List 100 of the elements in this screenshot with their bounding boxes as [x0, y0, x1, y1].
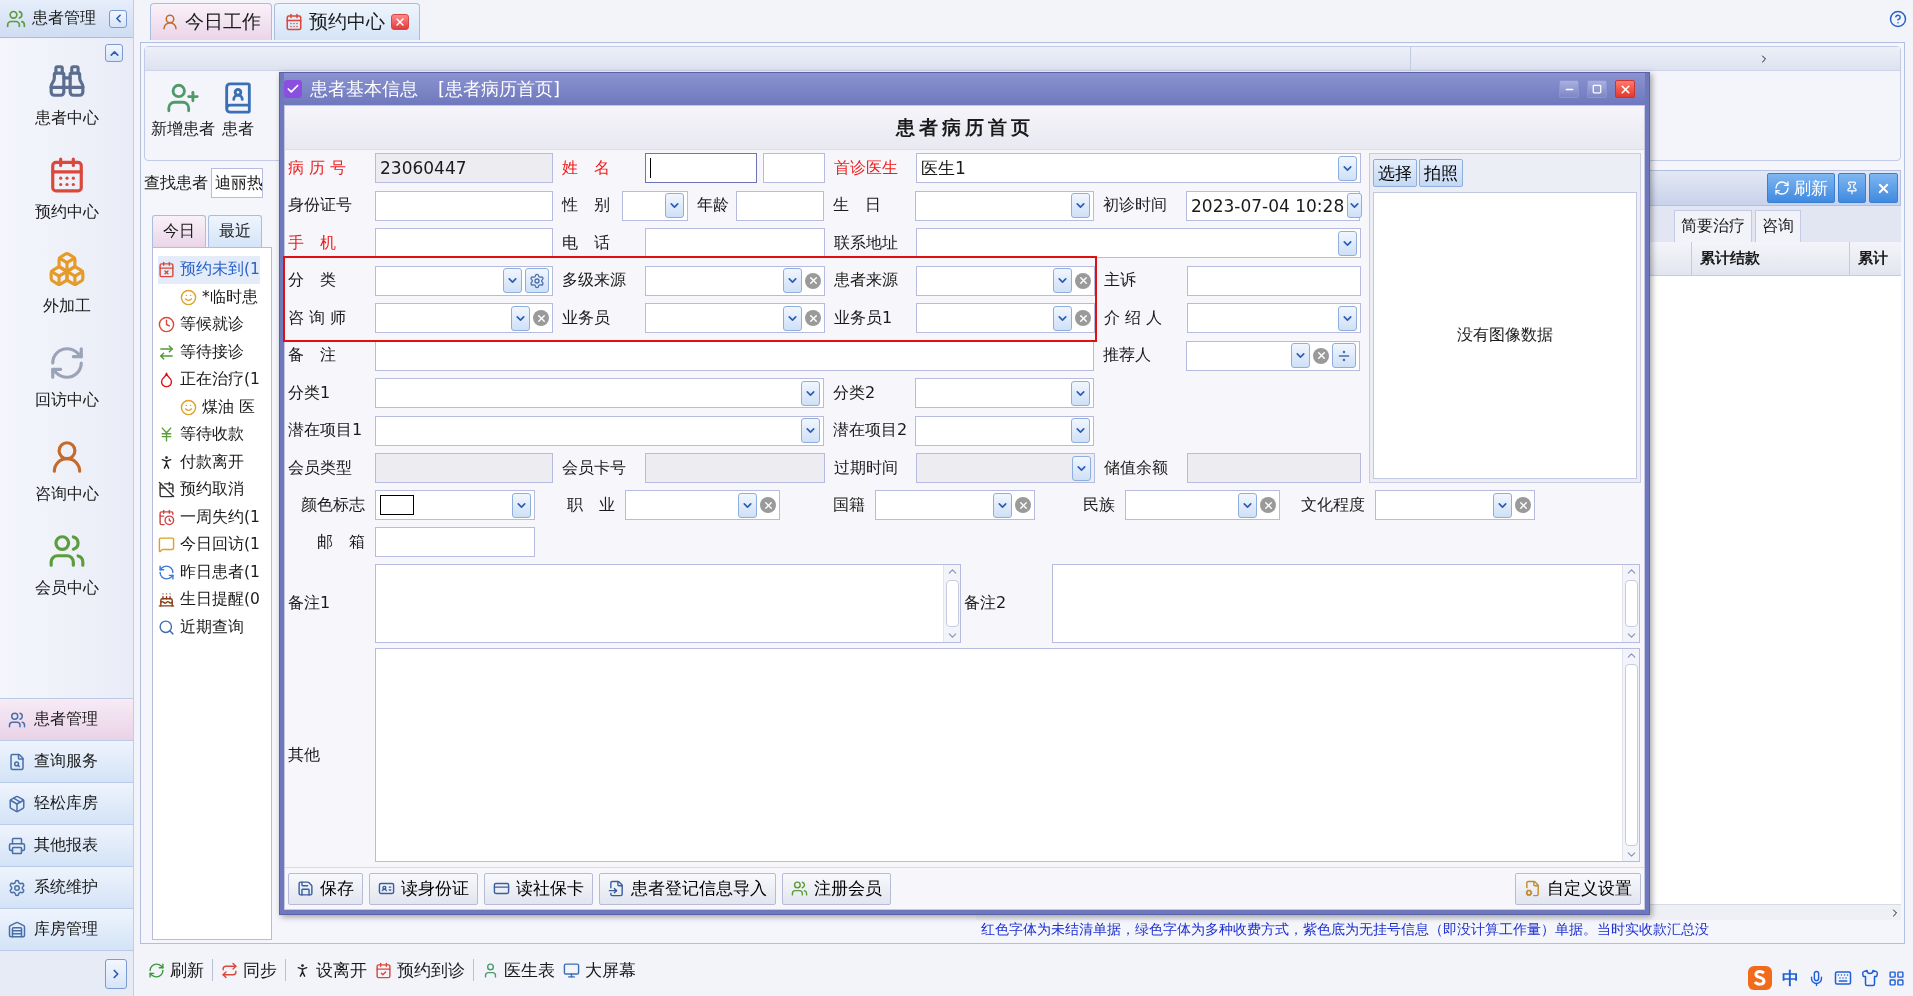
- dropdown-field[interactable]: [1186, 340, 1360, 371]
- text-field[interactable]: [645, 228, 825, 258]
- section-button[interactable]: 系统维护: [0, 866, 133, 908]
- tab[interactable]: 最近: [208, 215, 262, 247]
- clear-icon[interactable]: [1313, 347, 1329, 364]
- dropdown-field[interactable]: [375, 490, 535, 520]
- dropdown-field[interactable]: [375, 303, 553, 333]
- dropdown-field[interactable]: [875, 490, 1035, 520]
- scrollbar[interactable]: [943, 565, 960, 642]
- footer-button[interactable]: 读社保卡: [484, 872, 593, 905]
- dropdown-arrow-button[interactable]: [1053, 305, 1072, 331]
- dropdown-arrow-button[interactable]: [801, 418, 820, 443]
- scrollbar[interactable]: [1622, 649, 1639, 861]
- text-field[interactable]: [645, 153, 757, 183]
- memo-field[interactable]: [1052, 564, 1640, 643]
- help-icon[interactable]: [1889, 10, 1907, 28]
- dropdown-field[interactable]: [916, 265, 1095, 296]
- dropdown-arrow-button[interactable]: [738, 492, 757, 518]
- text-field[interactable]: [763, 153, 825, 183]
- text-field[interactable]: 23060447: [375, 153, 553, 183]
- section-button[interactable]: 库房管理: [0, 908, 133, 950]
- dropdown-arrow-button[interactable]: [1071, 193, 1090, 218]
- tab[interactable]: 今日工作: [150, 3, 272, 40]
- memo-field[interactable]: [375, 648, 1640, 862]
- text-field[interactable]: [375, 527, 535, 557]
- clear-icon[interactable]: [1515, 497, 1531, 513]
- nav-item[interactable]: 咨询中心: [34, 483, 99, 505]
- tree-item[interactable]: *临时患: [180, 283, 258, 311]
- clear-icon[interactable]: [1075, 310, 1091, 326]
- ime-mode[interactable]: 中: [1782, 966, 1799, 990]
- text-field[interactable]: [1187, 453, 1361, 483]
- divide-button[interactable]: [1332, 343, 1356, 368]
- dropdown-field[interactable]: [625, 490, 780, 520]
- tree-item[interactable]: 预约取消: [158, 476, 244, 504]
- toolbar-button[interactable]: 刷新: [148, 958, 204, 982]
- text-field[interactable]: [375, 340, 1094, 371]
- dropdown-field[interactable]: [1375, 490, 1535, 520]
- microphone-icon[interactable]: [1808, 969, 1825, 987]
- dropdown-arrow-button[interactable]: [993, 492, 1012, 518]
- dropdown-arrow-button[interactable]: [783, 305, 802, 331]
- clear-icon[interactable]: [533, 310, 549, 326]
- dropdown-arrow-button[interactable]: [1338, 305, 1357, 331]
- minimize-button[interactable]: [1559, 80, 1579, 98]
- tab[interactable]: 咨询: [1755, 210, 1801, 242]
- search-field[interactable]: 迪丽热: [211, 168, 263, 198]
- close-button[interactable]: [1869, 173, 1898, 203]
- nav-item[interactable]: 回访中心: [34, 389, 99, 411]
- tree-item[interactable]: 生日提醒(0: [158, 586, 260, 614]
- text-field[interactable]: [645, 453, 825, 483]
- image-button[interactable]: 拍照: [1419, 159, 1463, 187]
- dropdown-arrow-button[interactable]: [503, 268, 522, 293]
- gear-button[interactable]: [525, 268, 549, 293]
- pin-button[interactable]: [1838, 173, 1866, 203]
- footer-button[interactable]: 保存: [288, 872, 363, 905]
- dropdown-arrow-button[interactable]: [783, 268, 802, 293]
- ribbon-button[interactable]: 患者: [219, 77, 257, 144]
- tree-item[interactable]: 今日回访(1: [158, 531, 260, 559]
- dropdown-field[interactable]: [916, 453, 1095, 483]
- tree-item[interactable]: 正在治疗(1: [158, 366, 260, 394]
- close-tab-button[interactable]: [391, 14, 409, 30]
- toolbar-button[interactable]: 设离开: [294, 958, 367, 982]
- dropdown-arrow-button[interactable]: [511, 305, 530, 331]
- footer-button[interactable]: 读身份证: [369, 872, 478, 905]
- tree-item[interactable]: 等候就诊: [158, 311, 244, 339]
- close-button[interactable]: [1615, 80, 1635, 98]
- clear-icon[interactable]: [805, 272, 821, 289]
- expand-button[interactable]: [105, 958, 127, 989]
- settings-button[interactable]: 自定义设置: [1515, 872, 1641, 905]
- dropdown-arrow-button[interactable]: [1338, 230, 1357, 256]
- section-button[interactable]: 轻松库房: [0, 782, 133, 824]
- dropdown-field[interactable]: [916, 228, 1361, 258]
- text-field[interactable]: [1187, 265, 1361, 296]
- dropdown-field[interactable]: [915, 190, 1094, 221]
- boxes-icon[interactable]: [47, 249, 86, 288]
- image-button[interactable]: 选择: [1373, 159, 1417, 187]
- tree-item[interactable]: 近期查询: [158, 613, 244, 641]
- nav-item[interactable]: 外加工: [42, 295, 91, 317]
- dropdown-field[interactable]: 2023-07-04 10:28: [1186, 190, 1360, 221]
- section-button[interactable]: 患者管理: [0, 698, 133, 740]
- grid-icon[interactable]: [1888, 969, 1905, 987]
- dropdown-arrow-button[interactable]: [1053, 268, 1072, 293]
- section-button[interactable]: 查询服务: [0, 740, 133, 782]
- ribbon-button[interactable]: 新增患者: [149, 77, 217, 144]
- footer-button[interactable]: 注册会员: [782, 872, 891, 905]
- clear-icon[interactable]: [760, 497, 776, 513]
- dropdown-field[interactable]: [375, 415, 824, 446]
- nav-item[interactable]: 患者中心: [34, 107, 99, 129]
- dropdown-arrow-button[interactable]: [1072, 455, 1091, 481]
- nav-item[interactable]: 预约中心: [34, 201, 99, 223]
- text-field[interactable]: [736, 190, 824, 221]
- dropdown-field[interactable]: [375, 265, 553, 296]
- toolbar-button[interactable]: 医生表: [482, 958, 555, 982]
- nav-item[interactable]: 会员中心: [34, 577, 99, 599]
- tree-item[interactable]: 一周失约(1: [158, 503, 260, 531]
- clear-icon[interactable]: [1075, 272, 1091, 289]
- dropdown-arrow-button[interactable]: [801, 380, 820, 406]
- tab[interactable]: 预约中心: [274, 3, 420, 40]
- keyboard-icon[interactable]: [1834, 969, 1852, 987]
- toolbar-button[interactable]: 同步: [221, 958, 277, 982]
- footer-button[interactable]: 患者登记信息导入: [599, 872, 776, 905]
